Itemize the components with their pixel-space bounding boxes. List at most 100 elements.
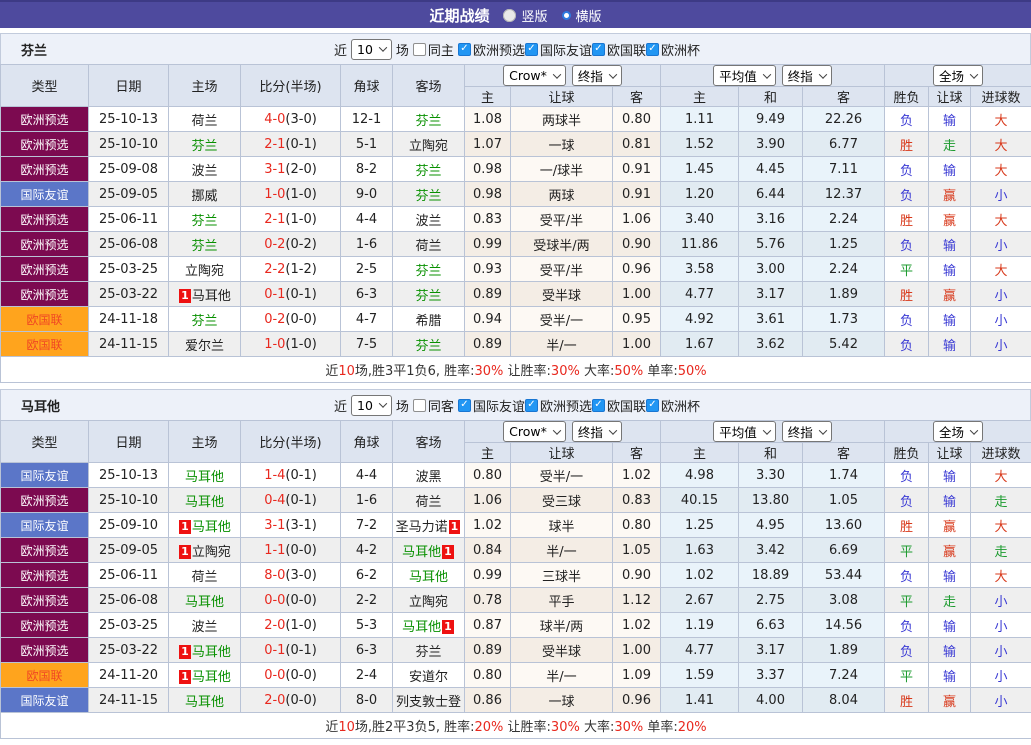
home-team-cell: 1立陶宛 [169,538,241,563]
handicap-odds-cell: 1.08 [465,107,511,132]
corner-cell: 2-4 [341,663,393,688]
average-select[interactable]: 平均值 [713,421,776,442]
average-odds-cell: 3.17 [739,638,803,663]
league-filter-checkbox[interactable]: 欧国联 [592,40,646,59]
sub-header-avg-home: 主 [661,443,739,463]
away-team-cell: 希腊 [393,307,465,332]
result-cell: 负 [885,488,929,513]
match-date-cell: 25-03-22 [89,638,169,663]
recent-count-select[interactable]: 10 [351,39,392,60]
panels-container: 芬兰 近 10 场 同主 欧洲预选国际友谊欧国联欧洲杯 [0,33,1031,739]
result-cell: 负 [885,463,929,488]
summary-text: 大率: [580,720,615,735]
sub-header-handi-res: 让球 [929,443,971,463]
col-header-type: 类型 [1,65,89,107]
recent-count-select[interactable]: 10 [351,395,392,416]
handicap-odds-cell: 0.98 [465,157,511,182]
match-date-cell: 25-10-10 [89,132,169,157]
score-cell: 0-2(0-0) [241,307,341,332]
league-filter-checkbox[interactable]: 国际友谊 [458,396,525,415]
result-group-header: 全场 [885,421,1031,443]
corner-cell: 8-0 [341,688,393,713]
average-odds-cell: 1.73 [803,307,885,332]
away-team-cell: 芬兰 [393,182,465,207]
average-select[interactable]: 平均值 [713,65,776,86]
checkbox-label: 欧洲杯 [661,396,700,415]
league-filter-checkbox[interactable]: 国际友谊 [525,40,592,59]
handicap-odds-cell: 受半球 [511,638,613,663]
col-header-away: 客场 [393,65,465,107]
odds-company-value: Crow* [509,424,547,439]
table-row: 欧洲预选25-10-10芬兰2-1(0-1)5-1立陶宛1.07一球0.811.… [1,132,1031,157]
score-cell: 3-1(3-1) [241,513,341,538]
handicap-odds-cell: 受半/一 [511,463,613,488]
checkbox-checked-icon [592,399,605,412]
checkbox-checked-icon [646,43,659,56]
checkbox-checked-icon [592,43,605,56]
final-index-select-2[interactable]: 终指 [782,65,832,86]
final-index-value: 终指 [578,422,603,441]
team-name-text: 波兰 [191,620,217,635]
final-index-select[interactable]: 终指 [572,65,622,86]
table-row: 欧洲预选25-03-221马耳他0-1(0-1)6-3芬兰0.89受半球1.00… [1,282,1031,307]
same-venue-checkbox[interactable]: 同主 [413,40,454,59]
league-type-cell: 欧洲预选 [1,257,89,282]
layout-radio-horizontal[interactable]: 横版 [562,6,602,25]
filter-controls: 近 10 场 同主 欧洲预选国际友谊欧国联欧洲杯 [334,39,700,60]
sub-header-avg-away: 客 [803,87,885,107]
final-index-select[interactable]: 终指 [572,421,622,442]
full-match-select[interactable]: 全场 [933,65,983,86]
league-filter-checkbox[interactable]: 欧洲杯 [646,396,700,415]
league-filter-checkbox[interactable]: 欧洲预选 [525,396,592,415]
summary-text: 20% [475,720,504,735]
summary-text: 10 [338,364,355,379]
handicap-odds-cell: 0.91 [613,157,661,182]
odds-company-select[interactable]: Crow* [503,65,566,86]
team-name-text: 马耳他 [185,495,224,510]
rank-badge: 1 [179,520,191,534]
score-cell: 2-2(1-2) [241,257,341,282]
result-cell: 负 [885,182,929,207]
result-cell: 小 [971,307,1031,332]
league-filter-checkbox[interactable]: 欧洲杯 [646,40,700,59]
team-name-text: 马耳他 [185,695,224,710]
same-venue-checkbox[interactable]: 同客 [413,396,454,415]
average-odds-cell: 22.26 [803,107,885,132]
result-cell: 赢 [929,182,971,207]
league-filter-checkbox[interactable]: 欧洲预选 [458,40,525,59]
handicap-odds-cell: 0.80 [465,463,511,488]
table-row: 欧洲预选25-06-08马耳他0-0(0-0)2-2立陶宛0.78平手1.122… [1,588,1031,613]
result-cell: 胜 [885,282,929,307]
result-cell: 大 [971,132,1031,157]
score-cell: 8-0(3-0) [241,563,341,588]
handicap-odds-cell: 0.91 [613,182,661,207]
team-name-text: 波兰 [191,164,217,179]
chevron-down-icon [763,70,771,78]
result-cell: 大 [971,207,1031,232]
average-odds-cell: 3.58 [661,257,739,282]
final-index-select-2[interactable]: 终指 [782,421,832,442]
sub-header-handicap: 让球 [511,443,613,463]
col-header-score: 比分(半场) [241,421,341,463]
league-type-cell: 欧洲预选 [1,563,89,588]
odds-company-select[interactable]: Crow* [503,421,566,442]
handicap-odds-cell: 0.99 [465,563,511,588]
corner-cell: 12-1 [341,107,393,132]
layout-radio-vertical[interactable]: 竖版 [503,6,547,25]
summary-text: 单率: [643,364,678,379]
full-match-value: 全场 [939,66,964,85]
handicap-odds-cell: 1.12 [613,588,661,613]
team-panel: 芬兰 近 10 场 同主 欧洲预选国际友谊欧国联欧洲杯 [0,33,1031,383]
summary-text: 30% [551,720,580,735]
team-name-text: 列支敦士登 [396,695,461,710]
match-date-cell: 25-09-08 [89,157,169,182]
full-match-select[interactable]: 全场 [933,421,983,442]
team-panel: 马耳他 近 10 场 同客 国际友谊欧洲预选欧国联欧洲杯 [0,389,1031,739]
score-cell: 2-1(0-1) [241,132,341,157]
league-type-cell: 欧洲预选 [1,613,89,638]
sub-header-winlose: 胜负 [885,87,929,107]
average-odds-cell: 3.16 [739,207,803,232]
home-team-cell: 1马耳他 [169,663,241,688]
rank-badge: 1 [179,670,191,684]
league-filter-checkbox[interactable]: 欧国联 [592,396,646,415]
